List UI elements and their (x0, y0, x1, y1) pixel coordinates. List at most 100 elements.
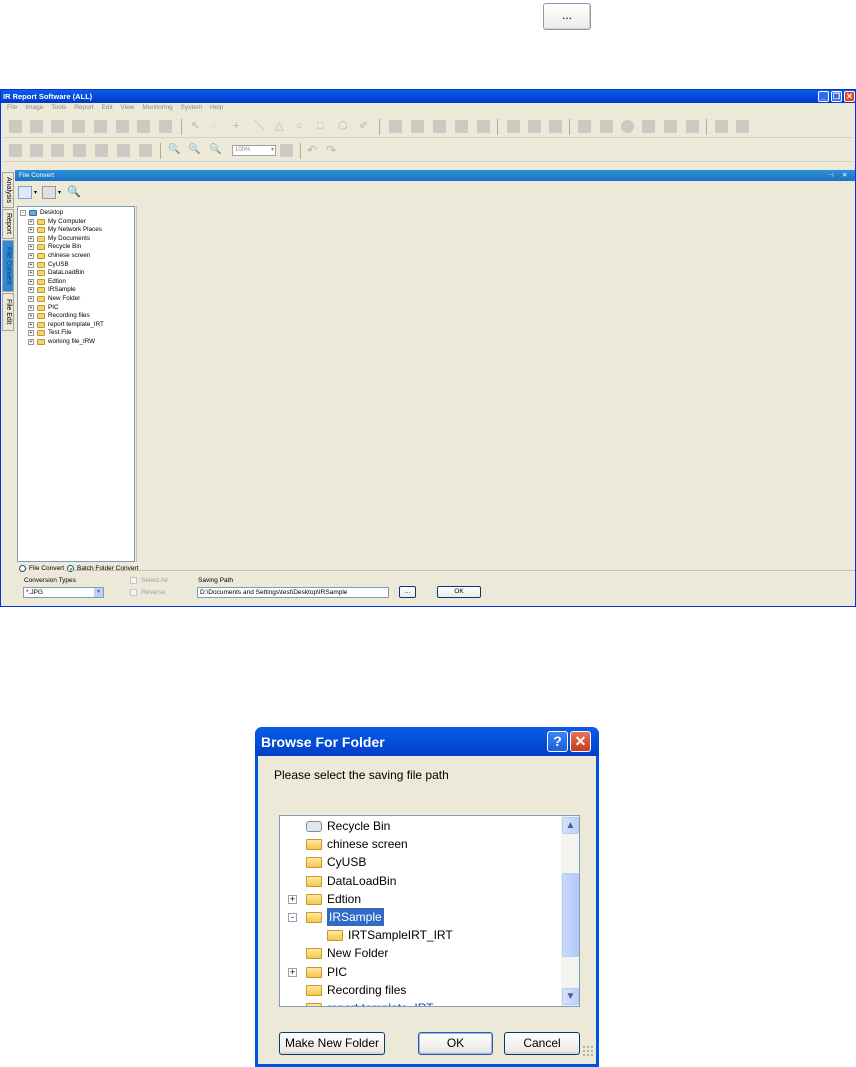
dialog-scrollbar[interactable]: ▲ ▼ (561, 816, 579, 1006)
scroll-thumb[interactable] (562, 873, 579, 957)
panel-close-icon[interactable]: ✕ (842, 170, 847, 181)
cross-tool-icon[interactable]: + (233, 120, 246, 133)
zoom-in-icon[interactable]: 🔍 (168, 144, 181, 157)
zoom-region-icon[interactable] (280, 144, 293, 157)
pin-icon[interactable]: ⊣ (828, 170, 834, 181)
point-tool-icon[interactable]: · (212, 120, 225, 133)
grid-icon[interactable] (600, 120, 613, 133)
saving-path-input[interactable]: D:\Documents and Settings\test\Desktop\I… (197, 587, 389, 598)
play-icon[interactable] (72, 120, 85, 133)
dialog-folder-tree[interactable]: Recycle Bin chinese screen CyUSB DataLoadBi… (279, 815, 580, 1007)
save-icon[interactable] (30, 120, 43, 133)
print-icon[interactable] (116, 120, 129, 133)
expander-icon[interactable]: + (28, 304, 34, 311)
menu-file[interactable]: File (7, 104, 17, 111)
usb-icon[interactable] (715, 120, 728, 133)
pie-chart-icon[interactable] (411, 120, 424, 133)
resize-grip[interactable] (582, 1045, 594, 1057)
menu-report[interactable]: Report (74, 104, 94, 111)
dialog-cancel-button[interactable]: Cancel (504, 1032, 580, 1055)
zoom-out-icon[interactable]: 🔍 (188, 144, 201, 157)
settings-icon[interactable] (139, 144, 152, 157)
menu-edit[interactable]: Edit (102, 104, 113, 111)
expander-icon[interactable]: + (28, 235, 34, 242)
camera-icon[interactable] (686, 120, 699, 133)
ellipsis-button-large[interactable]: ... (543, 3, 591, 30)
menu-tools[interactable]: Tools (51, 104, 66, 111)
record-icon[interactable] (621, 120, 634, 133)
minimize-button[interactable]: _ (818, 91, 829, 102)
layout-icon[interactable] (9, 144, 22, 157)
folder-tree[interactable]: - Desktop + My Computer + My Network Places + M… (17, 206, 135, 562)
save-as-icon[interactable] (51, 120, 64, 133)
chat-icon[interactable] (117, 144, 130, 157)
histogram-icon[interactable] (455, 120, 468, 133)
polygon-tool-icon[interactable]: ⬡ (338, 120, 351, 133)
rectangle-tool-icon[interactable]: □ (317, 120, 330, 133)
triangle-tool-icon[interactable]: △ (275, 120, 288, 133)
menu-help[interactable]: Help (210, 104, 223, 111)
expander-icon[interactable]: + (28, 244, 34, 251)
chevron-down-icon[interactable]: ▾ (58, 189, 61, 196)
convert-icon[interactable] (159, 120, 172, 133)
tab-report[interactable]: Report (2, 209, 14, 239)
pointer-tool-icon[interactable]: ↖ (191, 120, 204, 133)
search-icon[interactable]: 🔍 (67, 185, 81, 198)
zoom-fit-icon[interactable]: 🔍 (209, 144, 222, 157)
expander-icon[interactable]: + (28, 227, 34, 234)
ok-button[interactable]: OK (437, 586, 481, 598)
restore-button[interactable]: ❐ (831, 91, 842, 102)
list-view-icon[interactable] (73, 144, 86, 157)
tile-view-icon[interactable] (95, 144, 108, 157)
dialog-close-button[interactable]: ✕ (570, 731, 591, 752)
expander-icon[interactable]: + (288, 894, 297, 904)
expander-icon[interactable]: + (28, 296, 34, 302)
expander-icon[interactable]: + (288, 967, 297, 977)
thermometer-icon[interactable] (507, 120, 520, 133)
view-mode-icon[interactable] (18, 186, 32, 199)
tab-file-edit[interactable]: File Edit (2, 293, 14, 331)
chevron-down-icon[interactable]: ▾ (34, 189, 37, 196)
menu-image[interactable]: Image (25, 104, 43, 111)
dialog-ok-button[interactable]: OK (418, 1032, 493, 1055)
close-button[interactable]: ✕ (844, 91, 855, 102)
expander-icon[interactable]: - (20, 210, 26, 216)
panel-icon[interactable] (51, 144, 64, 157)
select-all-checkbox[interactable] (130, 577, 137, 584)
help-button[interactable]: ? (547, 731, 568, 752)
snapshot-icon[interactable] (642, 120, 655, 133)
expander-icon[interactable]: + (28, 270, 34, 277)
line-tool-icon[interactable]: ＼ (254, 120, 267, 133)
expander-icon[interactable]: + (28, 339, 34, 345)
menu-view[interactable]: View (121, 104, 135, 111)
sound-icon[interactable] (664, 120, 677, 133)
browse-button[interactable]: ... (399, 586, 416, 598)
eraser-icon[interactable]: ✐ (359, 120, 372, 133)
expander-icon[interactable]: + (28, 218, 34, 225)
line-chart-icon[interactable] (389, 120, 402, 133)
format-icon[interactable] (42, 186, 56, 199)
undo-icon[interactable]: ↶ (307, 144, 320, 157)
palette-icon[interactable] (578, 120, 591, 133)
make-new-folder-button[interactable]: Make New Folder (279, 1032, 385, 1055)
expander-icon[interactable]: + (28, 321, 34, 328)
reverse-checkbox[interactable] (130, 589, 137, 596)
menu-monitoring[interactable]: Monitoring (142, 104, 172, 111)
expander-icon[interactable]: + (28, 253, 34, 259)
expander-icon[interactable]: + (28, 287, 34, 294)
tab-analysis[interactable]: Analysis (2, 172, 14, 208)
circle-tool-icon[interactable]: ○ (296, 120, 309, 133)
isotherm-icon[interactable] (477, 120, 490, 133)
scroll-down-button[interactable]: ▼ (562, 988, 579, 1005)
thermometer-low-icon[interactable] (528, 120, 541, 133)
network-icon[interactable] (736, 120, 749, 133)
split-view-icon[interactable] (30, 144, 43, 157)
thermometer-range-icon[interactable] (549, 120, 562, 133)
expander-icon[interactable]: - (288, 913, 297, 922)
menu-system[interactable]: System (181, 104, 203, 111)
document-icon[interactable] (94, 120, 107, 133)
redo-icon[interactable]: ↷ (326, 144, 339, 157)
trend-icon[interactable] (433, 120, 446, 133)
conversion-type-select[interactable]: *.JPG ▾ (23, 587, 104, 598)
tab-file-convert[interactable]: File Convert (2, 240, 14, 292)
